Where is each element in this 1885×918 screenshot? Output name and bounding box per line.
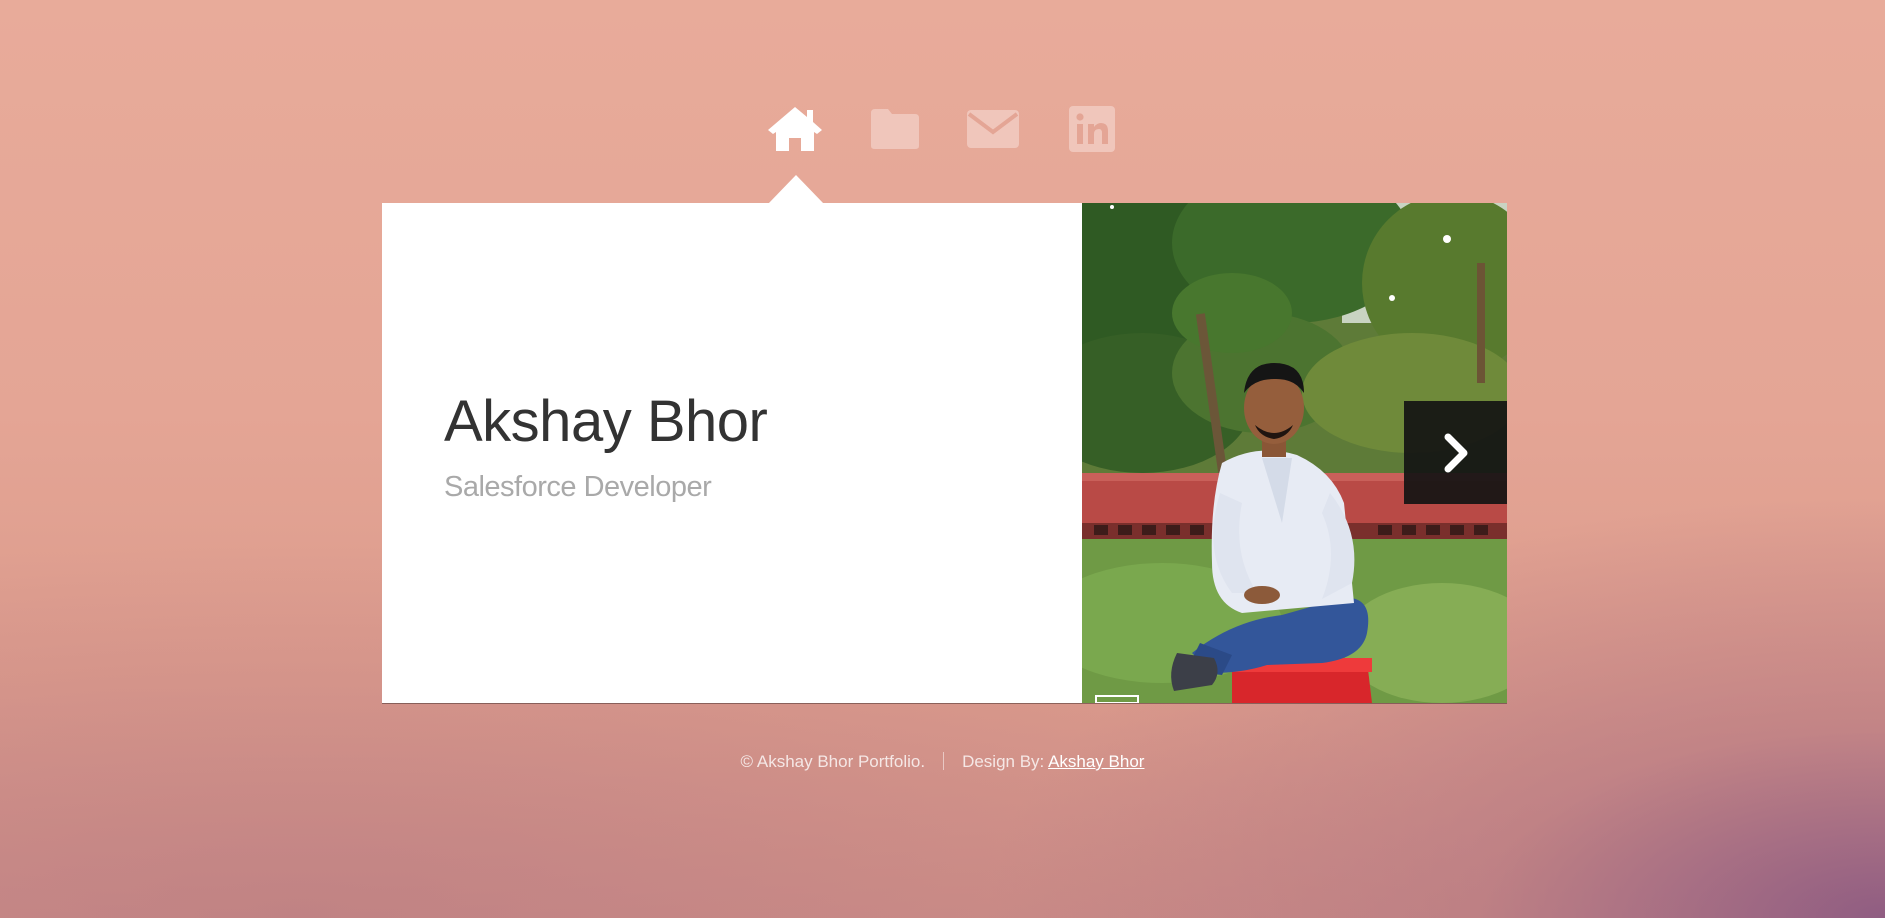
main-nav — [760, 100, 1130, 160]
mail-icon — [966, 108, 1020, 150]
chevron-right-icon — [1443, 433, 1469, 473]
nav-contact[interactable] — [963, 100, 1023, 158]
footer-author-link[interactable]: Akshay Bhor — [1048, 752, 1144, 771]
profile-role: Salesforce Developer — [444, 471, 712, 503]
footer-design-by-label: Design By: — [962, 752, 1045, 771]
footer-divider — [943, 752, 945, 770]
profile-card: Akshay Bhor Salesforce Developer — [382, 203, 1507, 703]
next-slide-button[interactable] — [1404, 401, 1507, 504]
active-nav-pointer — [768, 175, 824, 204]
folder-icon — [869, 108, 921, 150]
nav-home[interactable] — [765, 100, 825, 158]
nav-portfolio[interactable] — [865, 100, 925, 158]
nav-linkedin[interactable] — [1062, 100, 1122, 158]
linkedin-icon — [1069, 106, 1115, 152]
profile-photo — [1082, 203, 1507, 703]
footer-copyright: © Akshay Bhor Portfolio. — [740, 752, 926, 771]
footer: © Akshay Bhor Portfolio. Design By: Aksha… — [0, 752, 1885, 772]
profile-text: Akshay Bhor Salesforce Developer — [444, 393, 1044, 502]
profile-name: Akshay Bhor — [444, 389, 768, 454]
home-icon — [766, 105, 824, 153]
